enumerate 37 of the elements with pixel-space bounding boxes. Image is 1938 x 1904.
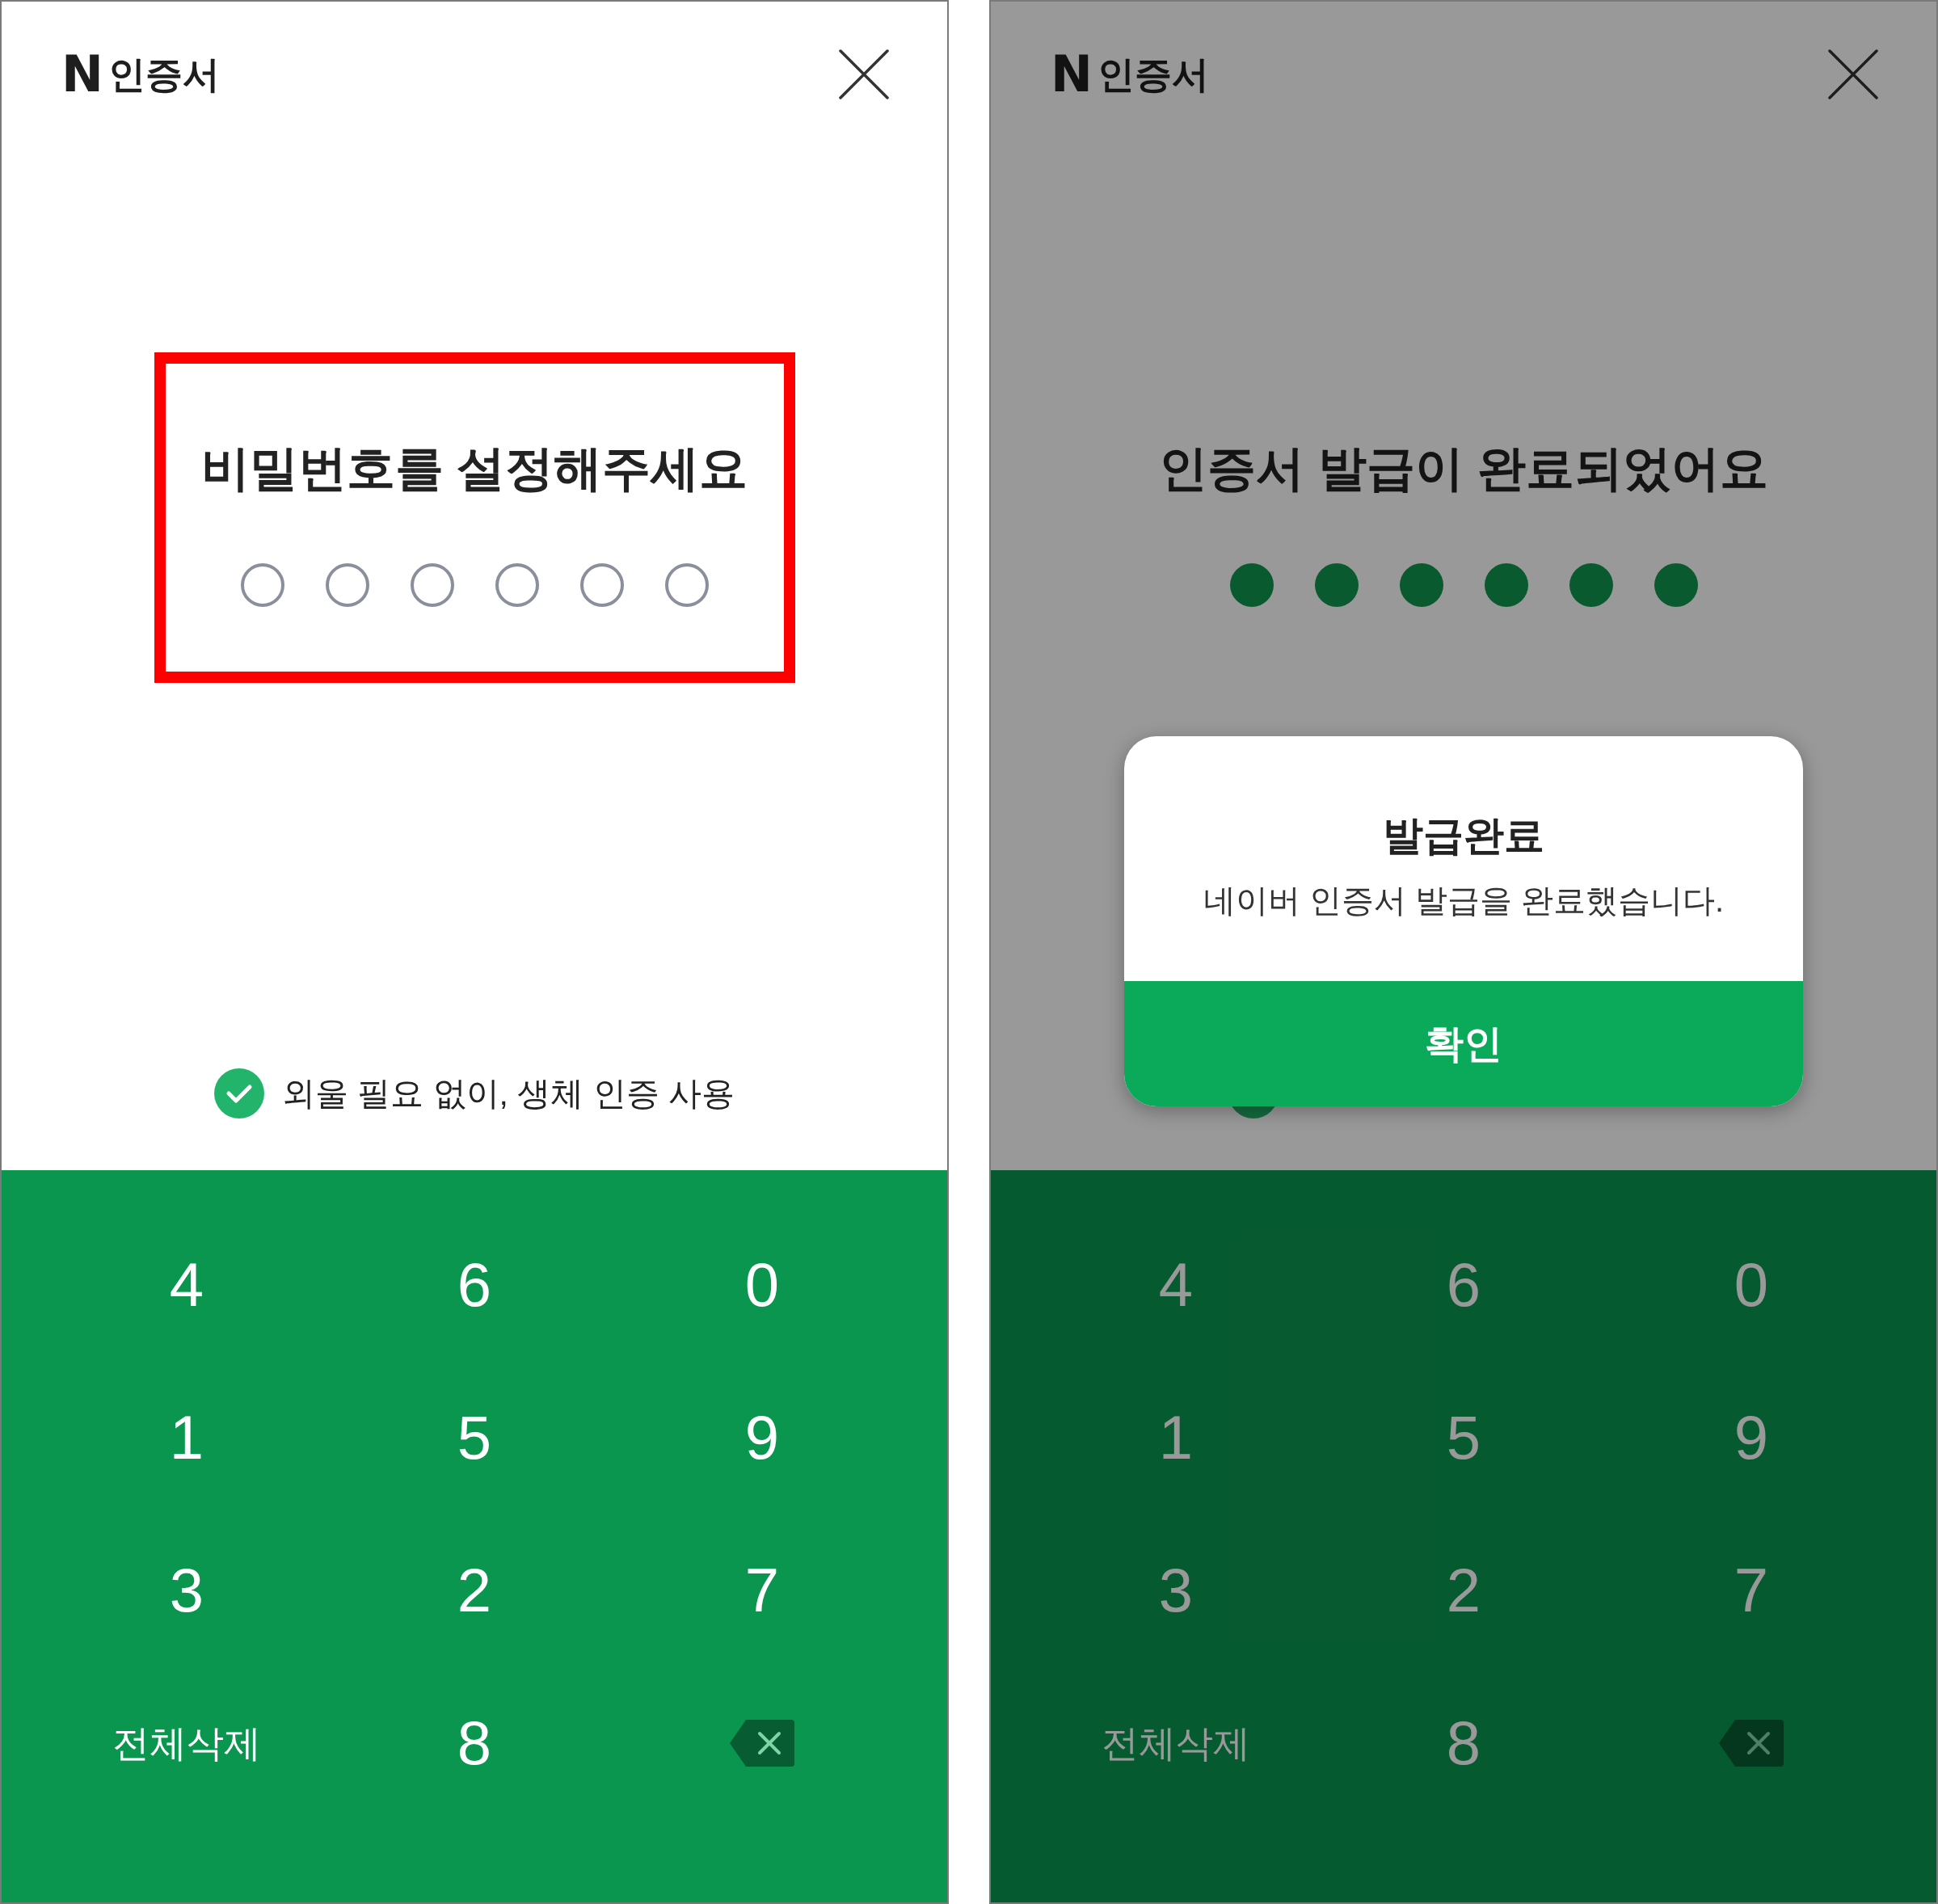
digit-key[interactable]: 5: [457, 1406, 492, 1468]
confirm-button[interactable]: 확인: [1124, 981, 1803, 1106]
digit-key[interactable]: 9: [1734, 1406, 1769, 1468]
digit-key[interactable]: 5: [1446, 1406, 1481, 1468]
backspace-icon[interactable]: [1719, 1719, 1784, 1767]
logo-letter: N: [61, 49, 103, 99]
digit-key[interactable]: 2: [457, 1559, 492, 1621]
backspace-icon[interactable]: [730, 1719, 794, 1767]
digit-key[interactable]: 7: [1734, 1559, 1769, 1621]
dialog-title: 발급완료: [1383, 815, 1544, 856]
screen-title: 인증서 발급이 완료되었어요: [1159, 444, 1768, 493]
digit-key[interactable]: 2: [1446, 1559, 1481, 1621]
close-icon[interactable]: [839, 49, 889, 99]
digit-key[interactable]: 8: [1446, 1712, 1481, 1774]
screen-title: 비밀번호를 설정해주세요: [200, 444, 748, 493]
digit-key[interactable]: 3: [169, 1559, 204, 1621]
brand-name: 인증서: [107, 56, 220, 93]
digit-key[interactable]: 4: [169, 1253, 204, 1316]
digit-key[interactable]: 1: [1158, 1406, 1194, 1468]
clear-all-key[interactable]: 전체삭제: [112, 1724, 261, 1762]
brand-name: 인증서: [1097, 56, 1209, 93]
digit-key[interactable]: 8: [457, 1712, 492, 1774]
clear-all-key[interactable]: 전체삭제: [1102, 1724, 1250, 1762]
digit-key[interactable]: 0: [744, 1253, 780, 1316]
digit-key[interactable]: 9: [744, 1406, 780, 1468]
dialog-message: 네이버 인증서 발급을 완료했습니다.: [1203, 884, 1725, 916]
checkbox[interactable]: [213, 1068, 264, 1118]
digit-key[interactable]: 3: [1158, 1559, 1194, 1621]
close-icon[interactable]: [1828, 49, 1878, 99]
digit-key[interactable]: 4: [1158, 1253, 1194, 1316]
biometric-label: 외울 필요 없이, 생체 인증 사용: [281, 1076, 735, 1110]
logo-letter: N: [1051, 49, 1093, 99]
digit-key[interactable]: 1: [169, 1406, 204, 1468]
digit-key[interactable]: 6: [1446, 1253, 1481, 1316]
digit-key[interactable]: 0: [1734, 1253, 1769, 1316]
digit-key[interactable]: 6: [457, 1253, 492, 1316]
digit-key[interactable]: 7: [744, 1559, 780, 1621]
